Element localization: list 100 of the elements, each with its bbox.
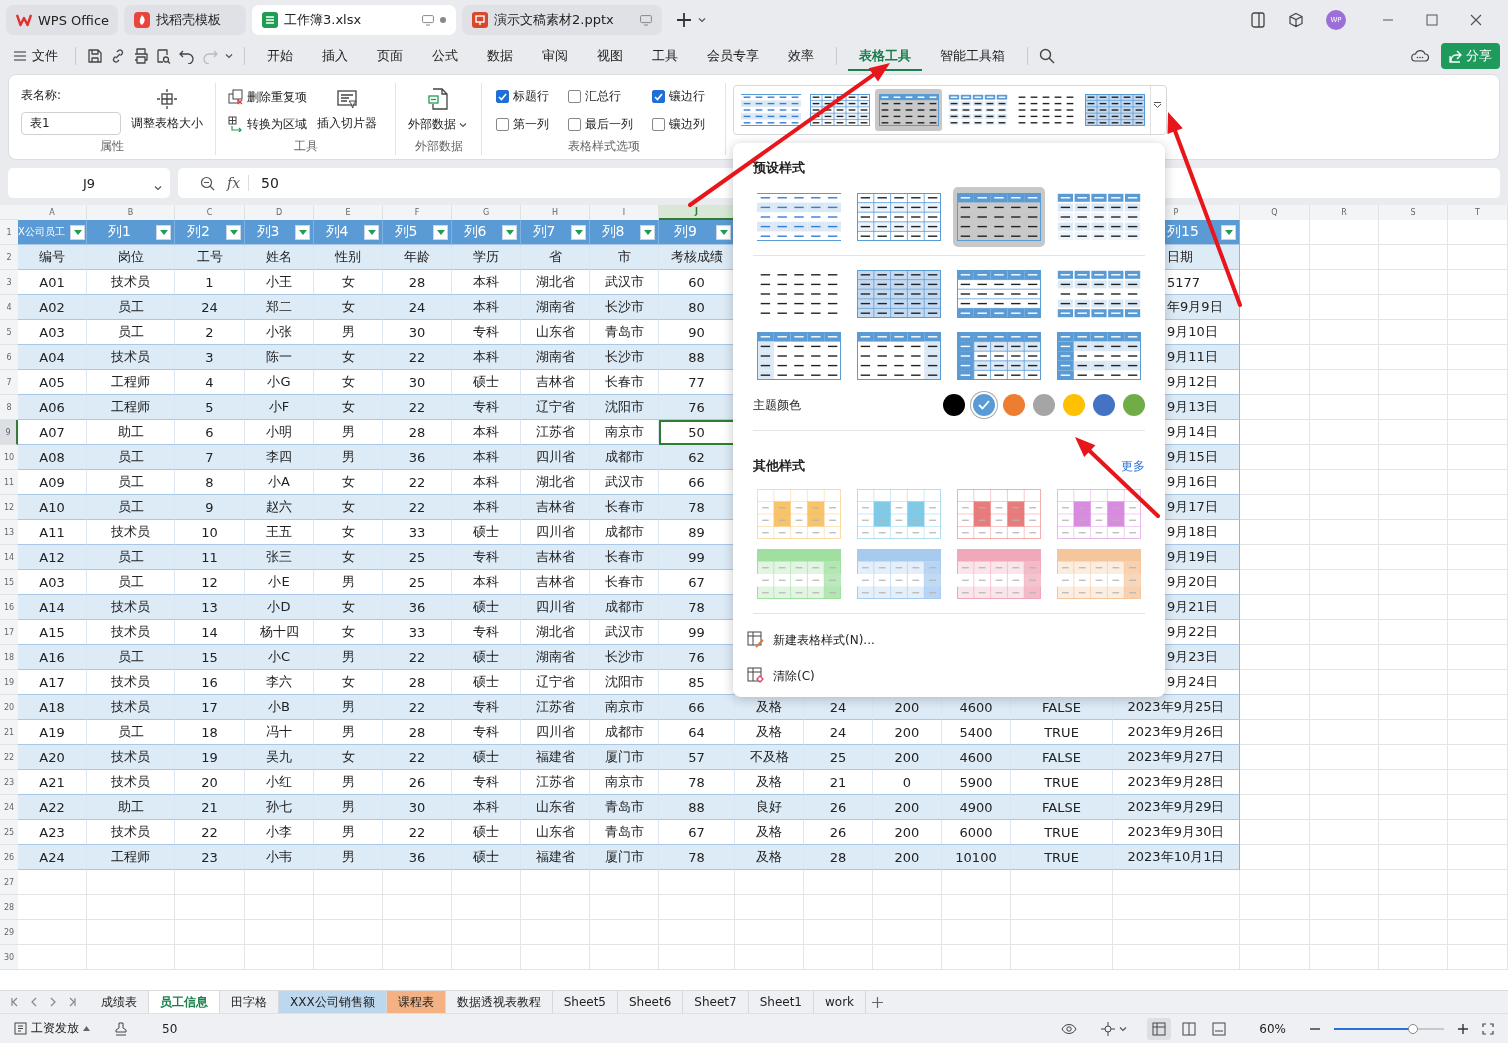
row-number[interactable]: 10 — [0, 445, 18, 470]
table-name-field[interactable]: 表1 — [21, 111, 121, 135]
monitor-icon[interactable] — [422, 14, 434, 26]
row-number[interactable]: 17 — [0, 620, 18, 645]
ribbon-tab[interactable]: 工具 — [641, 41, 689, 71]
document-tab[interactable]: 工作簿3.xlsx — [252, 5, 456, 35]
row-number[interactable]: 8 — [0, 395, 18, 420]
row-number[interactable]: 15 — [0, 570, 18, 595]
close-icon[interactable] — [1470, 14, 1482, 26]
filter-button[interactable] — [156, 224, 171, 240]
eye-icon[interactable] — [1061, 1022, 1078, 1035]
filter-button[interactable] — [364, 224, 379, 240]
filter-button[interactable] — [640, 224, 655, 240]
macro-button[interactable]: 工资发放 — [14, 1020, 90, 1037]
zoom-in-icon[interactable] — [1458, 1023, 1468, 1034]
zoom-level[interactable]: 60% — [1259, 1021, 1286, 1036]
fullscreen-icon[interactable] — [1482, 1022, 1494, 1035]
share-button[interactable]: 分享 — [1441, 43, 1500, 69]
color-swatch[interactable] — [1063, 394, 1085, 416]
maximize-icon[interactable] — [1426, 14, 1438, 26]
cloud-icon[interactable] — [1411, 49, 1429, 63]
ribbon-tab[interactable]: 视图 — [586, 41, 634, 71]
zoom-icon[interactable] — [200, 175, 215, 191]
ribbon-tab[interactable]: 智能工具箱 — [929, 41, 1016, 71]
formula-field[interactable]: 50 — [261, 175, 279, 191]
add-sheet-icon[interactable] — [872, 996, 884, 1008]
filter-button[interactable] — [433, 224, 448, 240]
row-number[interactable]: 5 — [0, 320, 18, 345]
row-number[interactable]: 24 — [0, 795, 18, 820]
filter-button[interactable] — [70, 224, 85, 240]
ribbon-tab[interactable]: 插入 — [311, 41, 359, 71]
stamp-icon[interactable] — [114, 1021, 128, 1036]
ribbon-tab[interactable]: 页面 — [366, 41, 414, 71]
row-number[interactable]: 16 — [0, 595, 18, 620]
row-number[interactable]: 29 — [0, 920, 18, 945]
row-number[interactable]: 14 — [0, 545, 18, 570]
sheet-tab[interactable]: 课程表 — [386, 991, 446, 1013]
convert-to-range-button[interactable]: 转换为区域 — [228, 115, 307, 133]
undo-icon[interactable] — [179, 48, 195, 64]
layout-menu-button[interactable] — [1101, 1021, 1128, 1036]
insert-slicer-button[interactable]: 插入切片器 — [317, 89, 377, 132]
filter-button[interactable] — [295, 224, 310, 240]
sheet-tab[interactable]: 员工信息 — [149, 991, 220, 1013]
row-number[interactable]: 3 — [0, 270, 18, 295]
color-swatch[interactable] — [1003, 394, 1025, 416]
style-option-checkbox[interactable]: 最后一列 — [568, 116, 652, 133]
table-style-option[interactable] — [953, 187, 1045, 247]
color-swatch[interactable] — [1033, 394, 1055, 416]
sheet-nav-icon[interactable] — [10, 997, 19, 1007]
style-option-checkbox[interactable]: 汇总行 — [568, 88, 652, 105]
ribbon-tab[interactable]: 数据 — [476, 41, 524, 71]
row-number[interactable]: 7 — [0, 370, 18, 395]
style-option-checkbox[interactable]: 镶边行 — [652, 88, 722, 105]
resize-table-button[interactable]: 调整表格大小 — [131, 89, 203, 132]
function-button[interactable]: fx — [227, 175, 250, 191]
style-option-checkbox[interactable]: 标题行 — [496, 88, 568, 105]
print-preview-icon[interactable] — [156, 48, 172, 64]
column-letter[interactable]: J — [659, 205, 735, 220]
row-number[interactable]: 6 — [0, 345, 18, 370]
row-number[interactable]: 13 — [0, 520, 18, 545]
row-number[interactable]: 26 — [0, 845, 18, 870]
sheet-nav-icon[interactable] — [67, 997, 76, 1007]
row-number[interactable]: 18 — [0, 645, 18, 670]
ribbon-tab[interactable]: 公式 — [421, 41, 469, 71]
row-number[interactable]: 11 — [0, 470, 18, 495]
filter-button[interactable] — [226, 224, 241, 240]
search-icon[interactable] — [1039, 48, 1055, 64]
row-number[interactable]: 21 — [0, 720, 18, 745]
style-option-checkbox[interactable]: 第一列 — [496, 116, 568, 133]
document-tab[interactable]: WPS Office — [6, 5, 118, 35]
view-mode-button[interactable] — [1147, 1017, 1172, 1040]
cube-icon[interactable] — [1288, 12, 1304, 28]
row-number[interactable]: 25 — [0, 820, 18, 845]
row-number[interactable]: 19 — [0, 670, 18, 695]
row-number[interactable]: 30 — [0, 945, 18, 970]
file-menu[interactable]: 文件 — [8, 47, 64, 65]
external-data-button[interactable]: 外部数据 — [408, 88, 467, 133]
row-number[interactable]: 9 — [0, 420, 18, 445]
save-icon[interactable] — [87, 48, 103, 64]
filter-button[interactable] — [502, 224, 517, 240]
row-number[interactable]: 2 — [0, 245, 18, 270]
name-box[interactable]: J9 — [8, 168, 170, 198]
row-number[interactable]: 28 — [0, 895, 18, 920]
filter-button[interactable] — [571, 224, 586, 240]
row-number[interactable]: 12 — [0, 495, 18, 520]
color-swatch[interactable] — [1093, 394, 1115, 416]
tablet-icon[interactable] — [1250, 12, 1266, 28]
filter-button[interactable] — [1221, 224, 1236, 240]
print-icon[interactable] — [133, 48, 149, 64]
row-number[interactable]: 22 — [0, 745, 18, 770]
ribbon-tab[interactable]: 会员专享 — [696, 41, 770, 71]
ribbon-tab[interactable]: 开始 — [256, 41, 304, 71]
remove-duplicates-button[interactable]: 删除重复项 — [228, 88, 307, 106]
style-option-checkbox[interactable]: 镶边列 — [652, 116, 722, 133]
document-tab[interactable]: 演示文稿素材2.pptx — [462, 5, 662, 35]
filter-button[interactable] — [716, 224, 731, 240]
color-swatch[interactable] — [943, 394, 965, 416]
row-number[interactable]: 20 — [0, 695, 18, 720]
link-icon[interactable] — [110, 48, 126, 64]
row-number[interactable]: 1 — [0, 220, 18, 245]
